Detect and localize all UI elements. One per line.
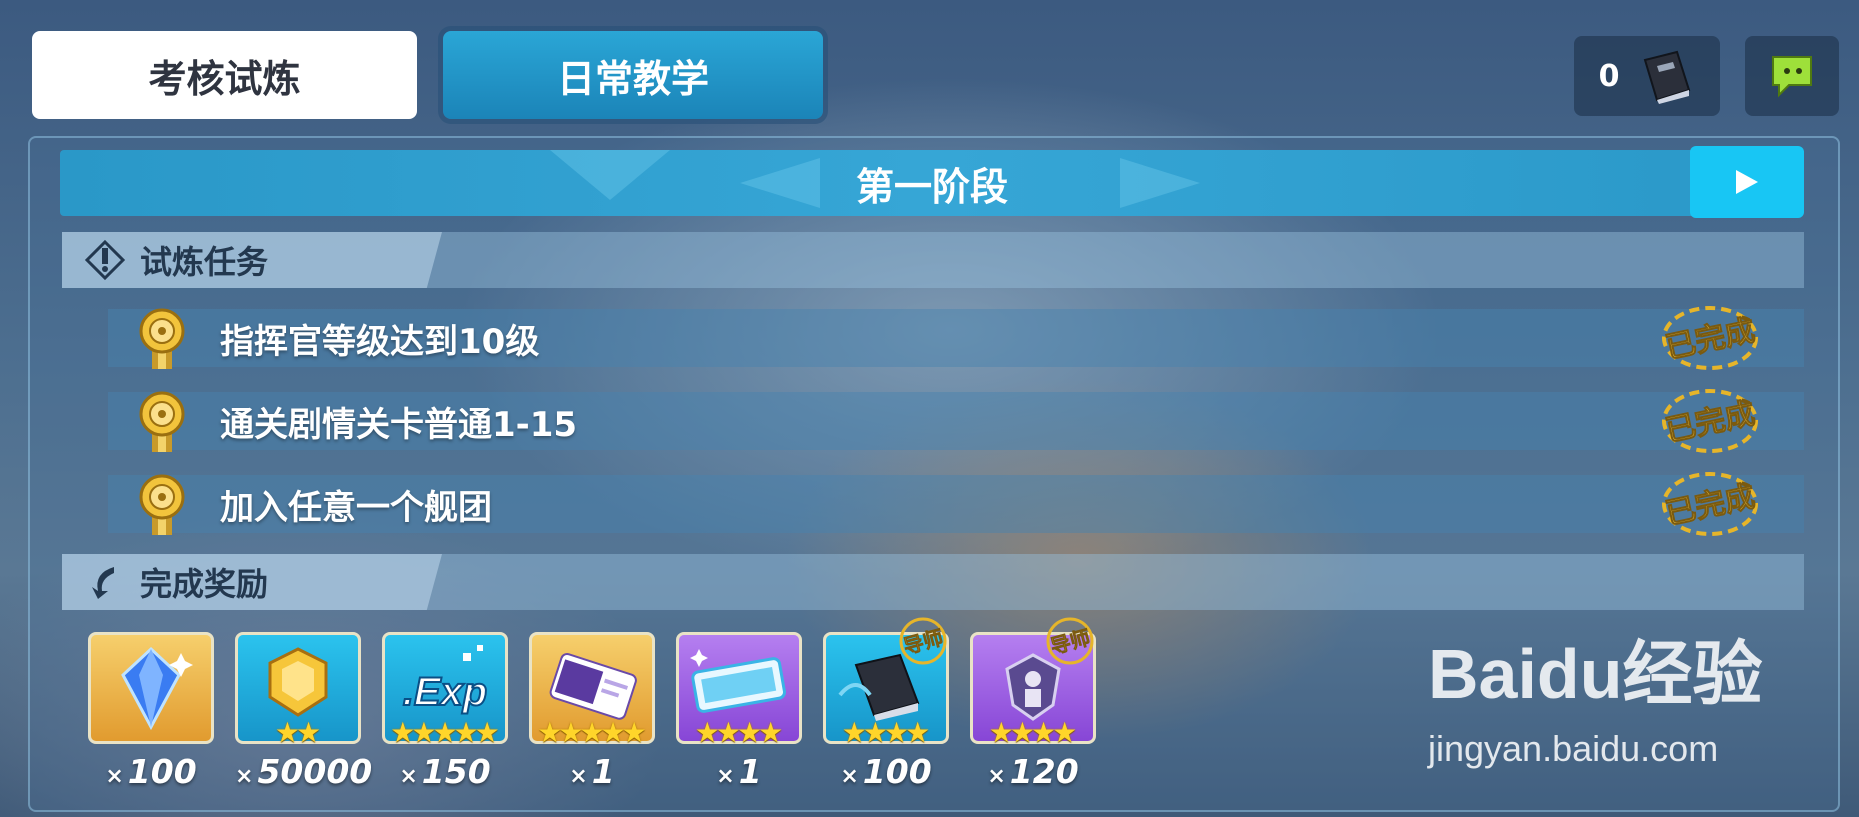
- task-row: 通关剧情关卡普通1-15 已完成: [108, 389, 1804, 453]
- task-row: 指挥官等级达到10级 已完成: [108, 306, 1804, 370]
- reward-card[interactable]: ★ ★ ★ ★ ★: [529, 632, 655, 749]
- task-text: 通关剧情关卡普通1-15: [220, 404, 578, 445]
- task-text: 指挥官等级达到10级: [220, 321, 540, 362]
- reward-crystal[interactable]: [88, 632, 214, 744]
- reward-quantity: × 100: [105, 752, 197, 791]
- chat-button[interactable]: [1745, 36, 1839, 116]
- section-rewards-label: 完成奖励: [140, 565, 269, 603]
- reward-mentor-emblem[interactable]: 导师 ★ ★ ★ ★: [970, 617, 1096, 749]
- medal-icon: [139, 308, 185, 369]
- reward-gold-coin[interactable]: ★ ★: [235, 632, 361, 749]
- task-text: 加入任意一个舰团: [220, 487, 492, 528]
- tab-exam-trial[interactable]: 考核试炼: [32, 31, 417, 119]
- reward-quantity: × 1: [716, 752, 762, 791]
- stage-header: 第一阶段: [60, 150, 1804, 216]
- stage-next-button[interactable]: [1690, 146, 1804, 218]
- book-icon: [1644, 50, 1691, 104]
- stage-title: 第一阶段: [855, 164, 1008, 209]
- reward-ticket[interactable]: ★ ★ ★ ★: [676, 632, 802, 749]
- book-count: 0: [1598, 58, 1620, 94]
- reward-stars: ★ ★ ★ ★: [988, 716, 1078, 749]
- reward-exp-chip[interactable]: .Exp ★ ★ ★ ★ ★: [382, 632, 508, 749]
- mentor-badge: 导师: [1046, 617, 1094, 665]
- completed-stamp: 已完成: [1662, 306, 1758, 370]
- reward-quantity: × 150: [399, 752, 491, 791]
- reward-quantity: × 100: [840, 752, 932, 791]
- reward-stars: ★ ★: [274, 716, 322, 749]
- reward-quantity: × 50000: [235, 752, 373, 791]
- svg-text:.Exp: .Exp: [403, 670, 487, 714]
- reward-stars: ★ ★ ★ ★: [841, 716, 931, 749]
- chat-icon: [1772, 56, 1812, 98]
- reward-stars: ★ ★ ★ ★ ★: [537, 716, 647, 749]
- reward-mentor-book[interactable]: 导师 ★ ★ ★ ★: [823, 617, 949, 749]
- reward-quantity: × 1: [569, 752, 615, 791]
- watermark-url: jingyan.baidu.com: [1428, 728, 1719, 769]
- completed-stamp: 已完成: [1662, 389, 1758, 453]
- arrow-icon: [92, 567, 114, 599]
- mentor-badge: 导师: [899, 617, 947, 665]
- section-trial-tasks-label: 试炼任务: [140, 243, 269, 281]
- reward-stars: ★ ★ ★ ★ ★: [390, 716, 500, 749]
- completed-stamp: 已完成: [1662, 472, 1758, 536]
- play-icon: [1736, 170, 1758, 194]
- reward-quantity: × 120: [987, 752, 1079, 791]
- book-counter[interactable]: 0: [1574, 36, 1720, 116]
- tab-daily-teaching[interactable]: 日常教学: [443, 31, 823, 119]
- svg-text:导师: 导师: [901, 625, 946, 659]
- svg-text:导师: 导师: [1048, 625, 1093, 659]
- section-rewards: 完成奖励: [62, 554, 1804, 610]
- medal-icon: [139, 391, 185, 452]
- baidu-watermark: Baidu经验: [1428, 635, 1763, 713]
- crystal-icon: [121, 646, 193, 731]
- reward-stars: ★ ★ ★ ★: [694, 716, 784, 749]
- alert-diamond-icon: [84, 239, 126, 281]
- medal-icon: [139, 474, 185, 535]
- section-trial-tasks: 试炼任务: [62, 232, 1804, 288]
- task-row: 加入任意一个舰团 已完成: [108, 472, 1804, 536]
